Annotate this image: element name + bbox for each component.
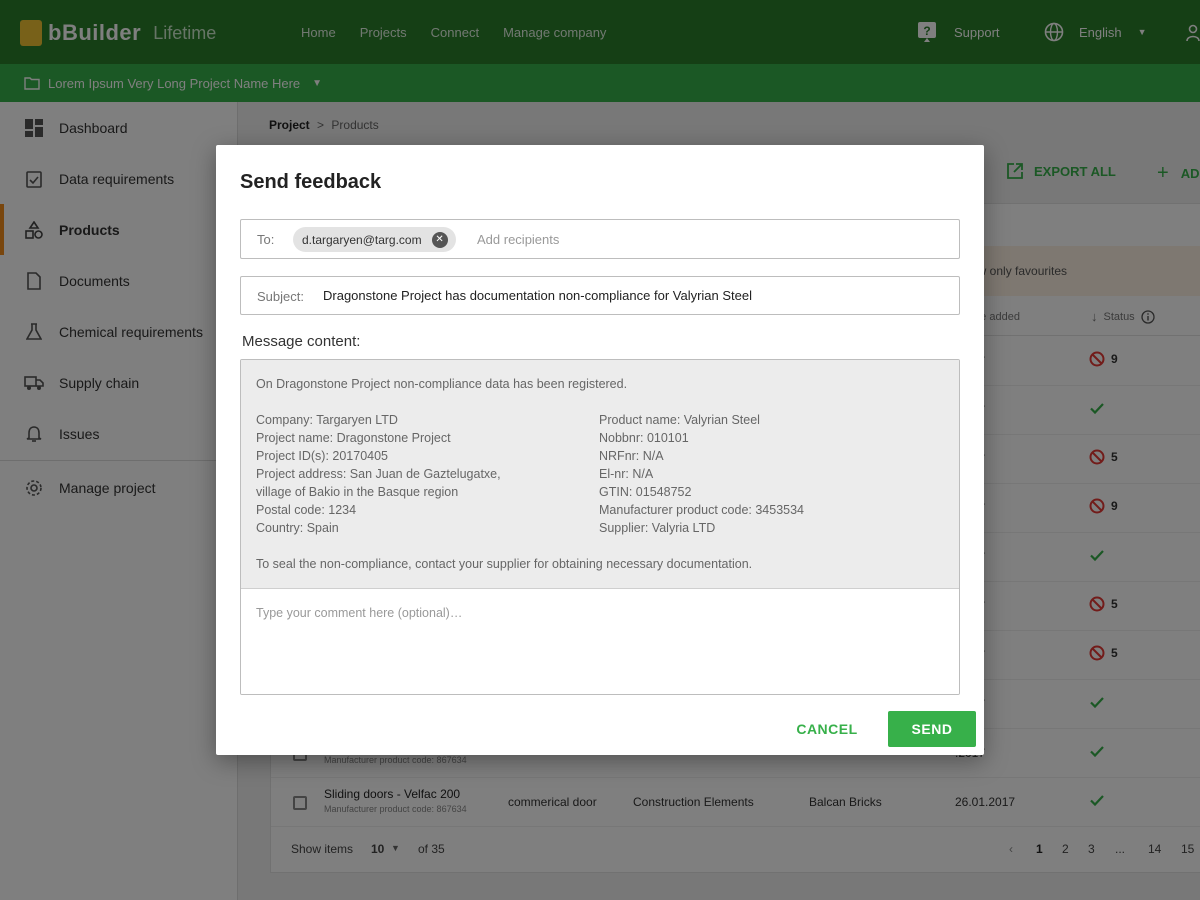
dialog-title: Send feedback: [240, 171, 382, 193]
message-content: On Dragonstone Project non-compliance da…: [241, 360, 959, 589]
detail-line: Postal code: 1234: [256, 503, 357, 517]
detail-line: Country: Spain: [256, 521, 339, 535]
message-intro: On Dragonstone Project non-compliance da…: [256, 377, 628, 391]
detail-line: GTIN: 01548752: [599, 485, 692, 499]
to-label: To:: [257, 232, 275, 247]
message-outro: To seal the non-compliance, contact your…: [256, 557, 753, 571]
subject-value[interactable]: Dragonstone Project has documentation no…: [323, 288, 752, 303]
recipient-chip[interactable]: d.targaryen@targ.com ✕: [293, 227, 456, 252]
detail-line: Manufacturer product code: 3453534: [599, 503, 804, 517]
product-details: Product name: Valyrian Steel Nobbnr: 010…: [599, 411, 939, 537]
message-box: On Dragonstone Project non-compliance da…: [240, 359, 960, 695]
detail-line: Company: Targaryen LTD: [256, 413, 398, 427]
detail-line: Product name: Valyrian Steel: [599, 413, 760, 427]
detail-line: Project ID(s): 20170405: [256, 449, 389, 463]
detail-line: Nobbnr: 010101: [599, 431, 689, 445]
detail-line: NRFnr: N/A: [599, 449, 664, 463]
message-content-label: Message content:: [242, 333, 361, 350]
project-details: Company: Targaryen LTD Project name: Dra…: [256, 411, 576, 537]
add-recipients-input[interactable]: [477, 226, 937, 252]
recipient-email: d.targaryen@targ.com: [302, 232, 422, 247]
comment-textarea[interactable]: [241, 589, 959, 694]
send-button[interactable]: SEND: [888, 711, 976, 747]
detail-line: Project name: Dragonstone Project: [256, 431, 451, 445]
detail-line: village of Bakio in the Basque region: [256, 485, 459, 499]
subject-field[interactable]: Subject: Dragonstone Project has documen…: [240, 276, 960, 315]
detail-line: Supplier: Valyria LTD: [599, 521, 716, 535]
detail-line: Project address: San Juan de Gaztelugatx…: [256, 467, 501, 481]
subject-label: Subject:: [257, 289, 304, 304]
remove-recipient-icon[interactable]: ✕: [431, 231, 448, 248]
recipients-field[interactable]: To: d.targaryen@targ.com ✕: [240, 219, 960, 259]
send-feedback-dialog: Send feedback To: d.targaryen@targ.com ✕…: [216, 145, 984, 755]
detail-line: El-nr: N/A: [599, 467, 654, 481]
cancel-button[interactable]: CANCEL: [788, 711, 866, 747]
